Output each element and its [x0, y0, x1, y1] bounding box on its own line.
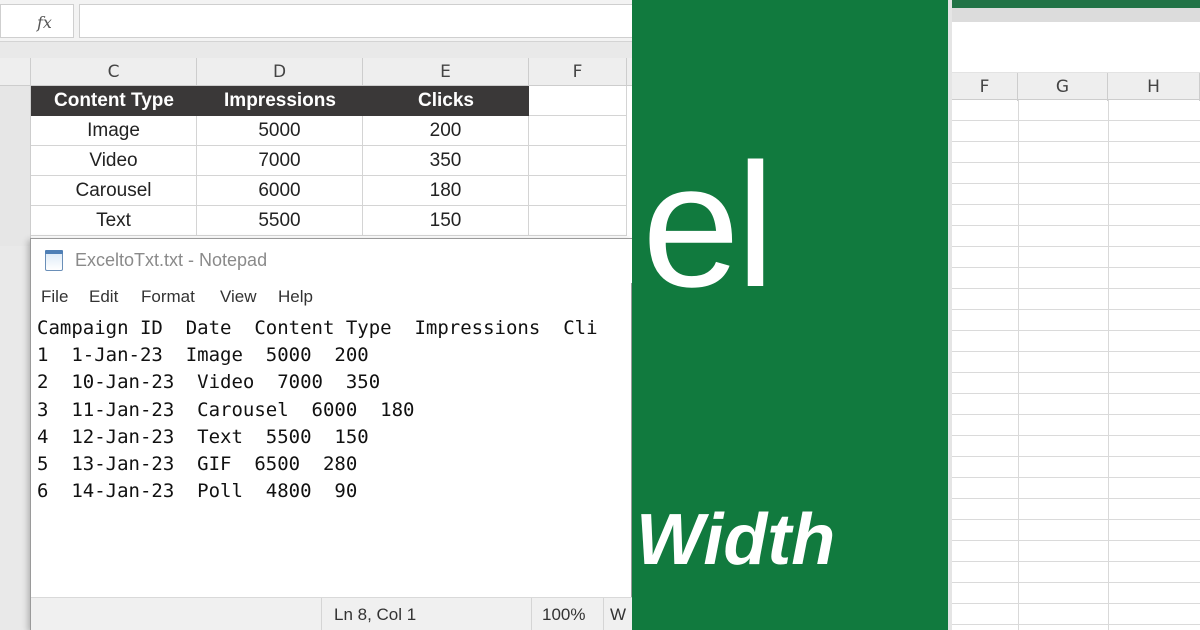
cursor-position: Ln 8, Col 1 [321, 598, 531, 630]
ribbon-strip [952, 0, 1200, 8]
notepad-icon [45, 250, 63, 271]
function-icon[interactable]: fx [37, 13, 52, 32]
empty-cell[interactable] [529, 206, 627, 236]
text-line: 5 13-Jan-23 GIF 6500 280 [37, 453, 358, 476]
menu-edit[interactable]: Edit [89, 287, 118, 307]
column-header-f[interactable]: F [529, 58, 627, 86]
table-cell[interactable]: 6000 [197, 176, 363, 206]
text-editor-area[interactable]: Campaign ID Date Content Type Impression… [37, 315, 632, 595]
name-box[interactable]: fx [0, 4, 74, 38]
banner-title: Width [636, 500, 836, 580]
notepad-window: ExceltoTxt.txt - Notepad File Edit Forma… [30, 238, 632, 630]
formula-bar: fx [0, 0, 632, 42]
text-line: 6 14-Jan-23 Poll 4800 90 [37, 480, 358, 503]
table-cell[interactable]: 5500 [197, 206, 363, 236]
table-header-content-type[interactable]: Content Type [31, 86, 197, 116]
excel-brand-banner: el Width [632, 0, 948, 630]
text-line: 1 1-Jan-23 Image 5000 200 [37, 344, 369, 367]
brand-text: el [642, 128, 775, 324]
table-cell[interactable]: 350 [363, 146, 529, 176]
menu-format[interactable]: Format [141, 287, 195, 307]
encoding-label: W [603, 598, 632, 630]
table-cell[interactable]: 200 [363, 116, 529, 146]
menu-help[interactable]: Help [278, 287, 313, 307]
column-header-g[interactable]: G [1018, 73, 1108, 101]
menu-file[interactable]: File [41, 287, 68, 307]
empty-cell[interactable] [529, 116, 627, 146]
table-cell[interactable]: 7000 [197, 146, 363, 176]
column-header-f[interactable]: F [952, 73, 1018, 101]
empty-grid[interactable] [952, 100, 1200, 630]
table-cell[interactable]: Carousel [31, 176, 197, 206]
excel-window-left: fx C D E F Content Type Impressions Clic… [0, 0, 632, 630]
menu-bar: File Edit Format View Help [31, 287, 632, 313]
formula-input[interactable] [79, 4, 632, 38]
table-header-impressions[interactable]: Impressions [197, 86, 363, 116]
zoom-level: 100% [531, 598, 603, 630]
column-headers: F G H [952, 72, 1200, 101]
row-headers [0, 86, 31, 246]
table-cell[interactable]: Image [31, 116, 197, 146]
menu-view[interactable]: View [220, 287, 257, 307]
table-header-clicks[interactable]: Clicks [363, 86, 529, 116]
window-title: ExceltoTxt.txt - Notepad [75, 250, 268, 270]
table-cell[interactable]: 5000 [197, 116, 363, 146]
excel-window-right: F G H [948, 0, 1200, 630]
select-all-corner[interactable] [0, 58, 31, 86]
column-headers: C D E F [0, 58, 632, 86]
text-line: 4 12-Jan-23 Text 5500 150 [37, 425, 369, 448]
toolbar-strip [952, 8, 1200, 22]
notepad-titlebar[interactable]: ExceltoTxt.txt - Notepad [31, 239, 632, 283]
data-table: Content Type Impressions Clicks Image 50… [31, 86, 632, 246]
text-line: 2 10-Jan-23 Video 7000 350 [37, 371, 381, 394]
column-header-d[interactable]: D [197, 58, 363, 86]
column-header-c[interactable]: C [31, 58, 197, 86]
text-line: 3 11-Jan-23 Carousel 6000 180 [37, 398, 415, 421]
column-header-e[interactable]: E [363, 58, 529, 86]
text-line: Campaign ID Date Content Type Impression… [37, 317, 598, 339]
table-cell[interactable]: 150 [363, 206, 529, 236]
table-cell[interactable]: Text [31, 206, 197, 236]
empty-cell[interactable] [529, 86, 627, 116]
empty-cell[interactable] [529, 176, 627, 206]
status-bar: Ln 8, Col 1 100% W [31, 597, 632, 630]
table-cell[interactable]: 180 [363, 176, 529, 206]
table-cell[interactable]: Video [31, 146, 197, 176]
empty-cell[interactable] [529, 146, 627, 176]
column-header-h[interactable]: H [1108, 73, 1200, 101]
